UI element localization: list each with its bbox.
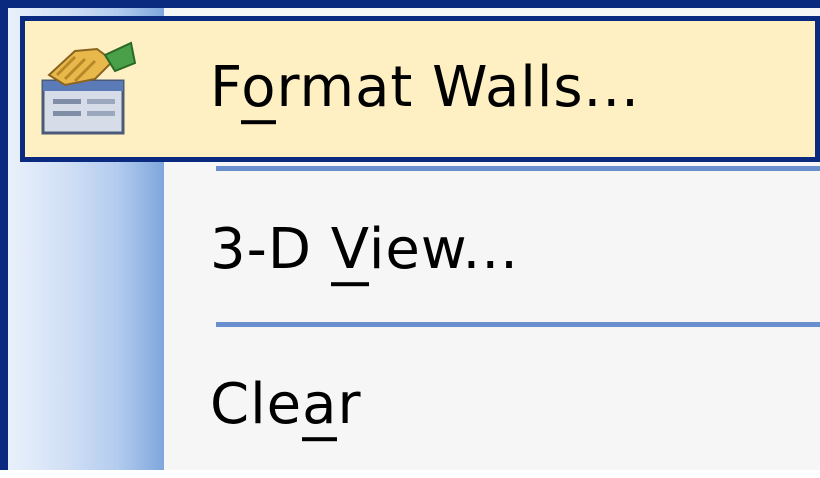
mnemonic-underline: V <box>330 217 369 287</box>
context-menu: Format Walls... 3-D View... Clear <box>0 0 820 470</box>
format-walls-icon <box>41 41 137 135</box>
menu-item-label: Clear <box>210 372 361 442</box>
menu-item-3d-view[interactable]: 3-D View... <box>8 176 820 326</box>
menu-separator <box>216 166 820 171</box>
menu-item-clear[interactable]: Clear <box>8 334 820 470</box>
mnemonic-underline: a <box>302 372 338 442</box>
background <box>0 470 820 478</box>
menu-item-label: Format Walls... <box>210 55 640 125</box>
mnemonic-underline: o <box>241 55 277 125</box>
menu-item-label: 3-D View... <box>210 217 519 287</box>
menu-item-format-walls[interactable]: Format Walls... <box>20 16 820 162</box>
menu-separator <box>216 322 820 327</box>
